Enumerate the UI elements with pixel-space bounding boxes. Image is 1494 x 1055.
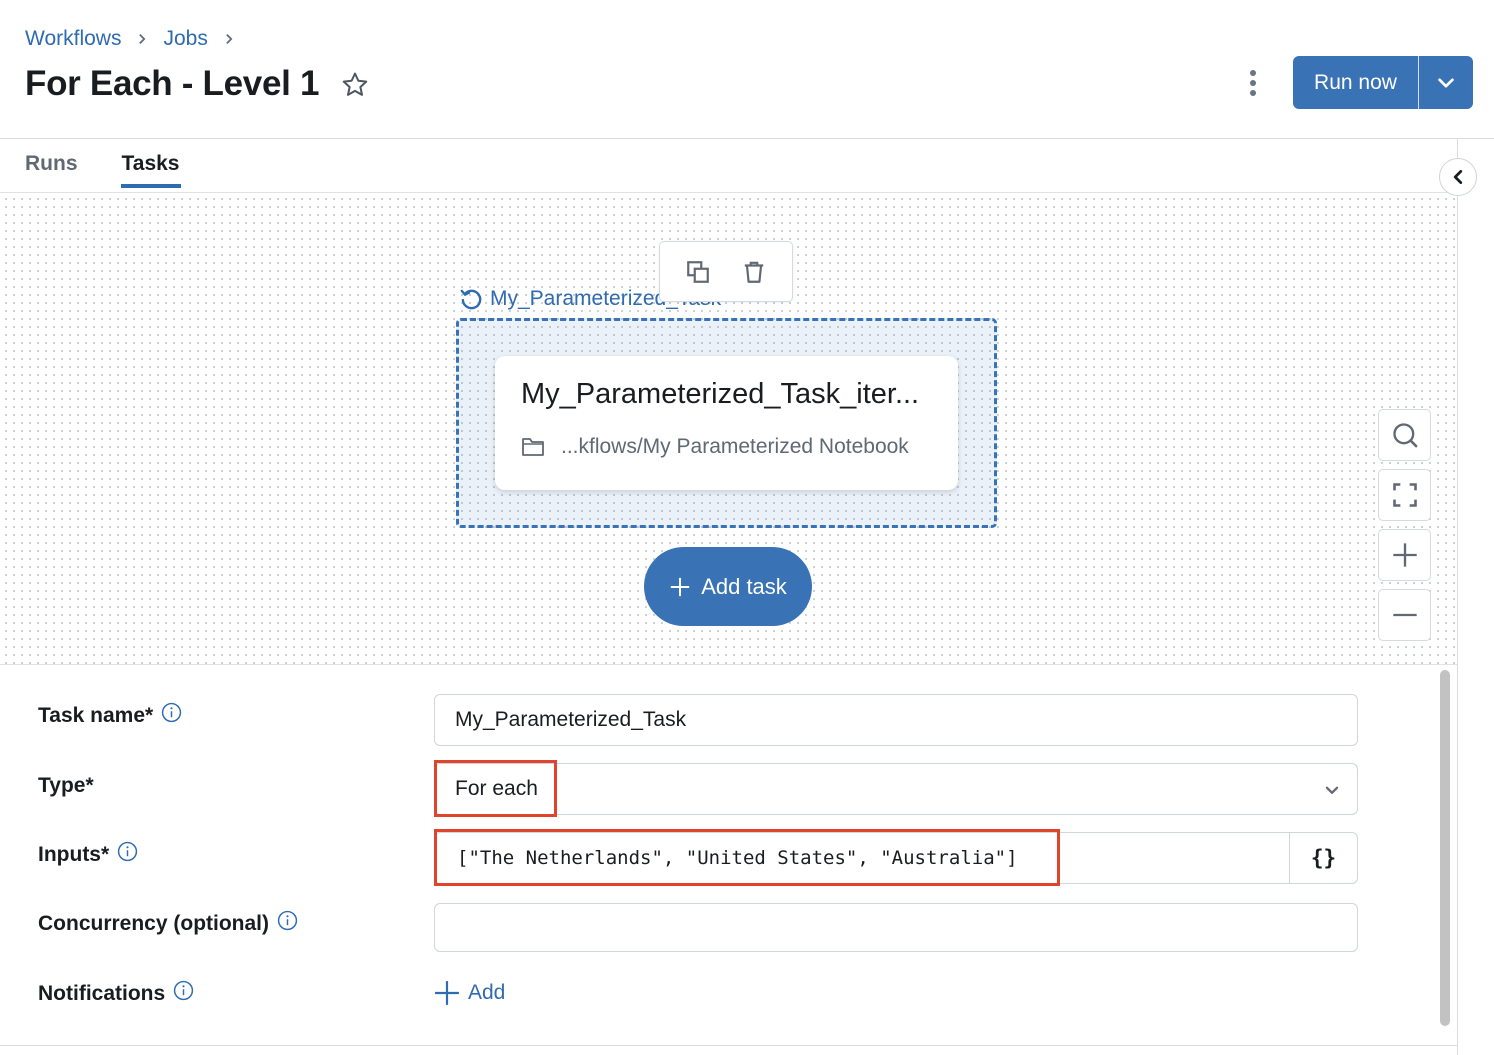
info-icon[interactable] (117, 841, 138, 862)
delete-task-button[interactable] (739, 257, 769, 287)
inputs-label: Inputs* (38, 841, 138, 867)
inputs-field[interactable]: ["The Netherlands", "United States", "Au… (434, 832, 1358, 884)
zoom-in-icon (1392, 543, 1417, 567)
chevron-right-icon (135, 32, 149, 46)
chevron-down-icon (1438, 77, 1454, 88)
zoom-out-button[interactable] (1378, 589, 1431, 641)
run-options-button[interactable] (1419, 56, 1473, 109)
plus-icon (671, 577, 690, 596)
notifications-label: Notifications (38, 980, 194, 1006)
breadcrumb-jobs[interactable]: Jobs (163, 27, 207, 51)
clone-task-button[interactable] (683, 257, 713, 287)
trash-icon (744, 261, 764, 283)
tab-tasks[interactable]: Tasks (120, 152, 181, 188)
add-notification-label: Add (468, 981, 506, 1004)
folder-icon (522, 438, 544, 456)
info-icon[interactable] (161, 702, 182, 723)
task-name-value: My_Parameterized_Task (455, 708, 687, 731)
add-task-button[interactable]: Add task (644, 547, 812, 626)
kebab-dot (1250, 90, 1256, 96)
inputs-value: ["The Netherlands", "United States", "Au… (457, 847, 1018, 869)
chevron-down-icon (1325, 786, 1339, 794)
zoom-out-icon (1392, 613, 1417, 617)
nested-task-card[interactable]: My_Parameterized_Task_iter... ...kflows/… (495, 356, 958, 490)
nested-task-path: ...kflows/My Parameterized Notebook (521, 435, 909, 459)
add-task-label: Add task (701, 573, 787, 599)
info-icon[interactable] (277, 910, 298, 931)
node-toolbar (659, 241, 793, 302)
tab-bar: Runs Tasks (25, 152, 181, 188)
type-value: For each (455, 777, 538, 800)
clone-icon (687, 260, 709, 283)
notifications-label-text: Notifications (38, 982, 166, 1005)
kebab-dot (1250, 80, 1256, 86)
chevron-right-icon (222, 32, 236, 46)
inputs-label-text: Inputs* (38, 843, 110, 866)
nested-task-title: My_Parameterized_Task_iter... (521, 378, 920, 410)
form-scrollbar[interactable] (1437, 666, 1451, 1036)
bottom-divider (0, 1045, 1457, 1046)
fit-view-button[interactable] (1378, 469, 1431, 521)
concurrency-label-text: Concurrency (optional) (38, 912, 270, 935)
concurrency-label: Concurrency (optional) (38, 910, 298, 936)
more-options-button[interactable] (1240, 68, 1266, 98)
search-canvas-button[interactable] (1378, 409, 1431, 461)
loop-arrow-icon (460, 289, 482, 310)
header-divider (0, 138, 1494, 139)
scrollbar-thumb[interactable] (1440, 670, 1450, 1026)
zoom-in-button[interactable] (1378, 529, 1431, 581)
search-icon (1392, 423, 1417, 448)
type-label: Type* (38, 774, 94, 798)
chevron-left-icon (1453, 170, 1463, 184)
star-icon[interactable] (340, 70, 370, 100)
notebook-path: ...kflows/My Parameterized Notebook (561, 435, 909, 458)
type-label-text: Type* (38, 774, 94, 797)
breadcrumb: Workflows Jobs (25, 27, 250, 51)
tab-runs[interactable]: Runs (25, 152, 78, 188)
info-icon[interactable] (173, 980, 194, 1001)
fit-view-icon (1392, 483, 1417, 507)
task-name-input[interactable]: My_Parameterized_Task (434, 694, 1358, 746)
task-name-label: Task name* (38, 702, 182, 728)
concurrency-input[interactable] (434, 903, 1358, 952)
collapse-panel-button[interactable] (1439, 158, 1477, 196)
type-select[interactable]: For each (434, 763, 1358, 815)
plus-icon (435, 981, 459, 1005)
page-title: For Each - Level 1 (25, 64, 320, 103)
task-name-label-text: Task name* (38, 704, 154, 727)
json-editor-button[interactable]: {} (1289, 833, 1357, 883)
kebab-dot (1250, 70, 1256, 76)
add-notification-button[interactable]: Add (434, 980, 505, 1006)
run-now-button[interactable]: Run now (1293, 56, 1419, 109)
breadcrumb-workflows[interactable]: Workflows (25, 27, 121, 51)
canvas-zoom-controls (1378, 409, 1431, 641)
run-now-split-button: Run now (1293, 56, 1473, 109)
panel-divider (1457, 139, 1458, 1055)
